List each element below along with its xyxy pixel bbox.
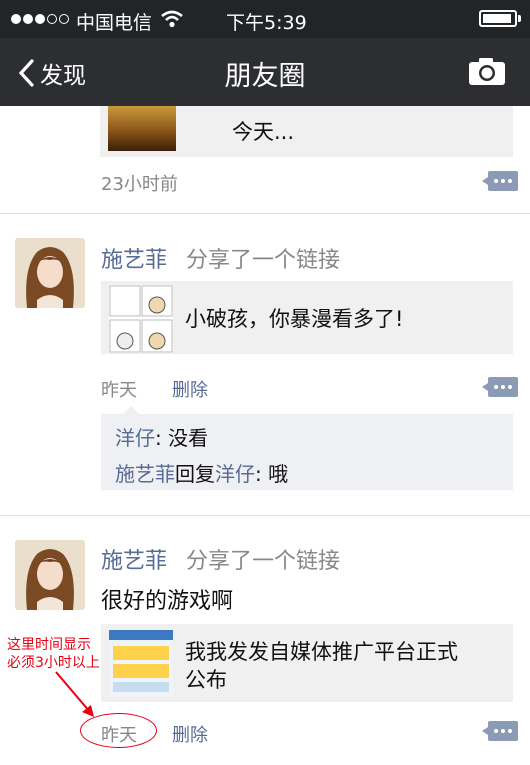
comment-author[interactable]: 洋仔 (115, 426, 155, 450)
comment-button[interactable] (482, 377, 518, 397)
reply-target[interactable]: 洋仔 (215, 462, 255, 486)
link-thumbnail (108, 106, 176, 151)
comment-button[interactable] (482, 721, 518, 741)
comment-text: 没看 (168, 426, 209, 450)
post-time: 昨天 (101, 380, 137, 401)
status-bar: 中国电信 下午5:39 (0, 0, 530, 38)
signal-dot (47, 14, 57, 24)
signal-dot (23, 14, 33, 24)
comment-text: 哦 (268, 462, 289, 486)
annotation-ellipse (80, 713, 157, 748)
link-title-cut (188, 94, 388, 108)
signal-dot (59, 14, 69, 24)
annotation-note: 这里时间显示 必须3小时以上 (7, 637, 100, 671)
wifi-icon (161, 10, 183, 28)
post-time: 23小时前 (101, 174, 178, 195)
link-card[interactable]: 我我发发自媒体推广平台正式 公布 (101, 624, 513, 702)
annotation-arrow-icon (55, 671, 94, 717)
divider (0, 213, 530, 214)
comment-list: 洋仔: 没看 施艺菲回复洋仔: 哦 (101, 406, 513, 490)
link-title: 小破孩，你暴漫看多了! (185, 307, 404, 331)
avatar[interactable] (15, 540, 85, 610)
carrier-name: 中国电信 (76, 12, 153, 34)
signal-dot (11, 14, 21, 24)
link-thumbnail (109, 630, 173, 696)
comment-button[interactable] (482, 171, 518, 191)
post-action: 分享了一个链接 (186, 248, 341, 273)
comment[interactable]: 洋仔: 没看 (115, 422, 208, 451)
signal-dot (35, 14, 45, 24)
link-title-cont: 公布 (185, 668, 227, 692)
clock: 下午5:39 (226, 12, 307, 34)
link-card[interactable]: 小破孩，你暴漫看多了! (101, 281, 513, 354)
delete-button[interactable]: 删除 (172, 376, 208, 402)
comment[interactable]: 施艺菲回复洋仔: 哦 (115, 458, 288, 487)
comment-author[interactable]: 施艺菲 (115, 462, 175, 486)
link-title: 今天... (232, 120, 295, 144)
camera-icon[interactable] (467, 56, 507, 86)
page-title: 朋友圈 (224, 61, 306, 92)
post-action: 分享了一个链接 (186, 549, 341, 574)
delete-button[interactable]: 删除 (172, 721, 208, 747)
reply-label: 回复 (175, 462, 215, 486)
link-card[interactable]: 今天... (100, 106, 513, 157)
user-name[interactable]: 施艺菲 (101, 543, 167, 575)
link-thumbnail (109, 285, 173, 353)
avatar[interactable] (15, 238, 85, 308)
link-title: 我我发发自媒体推广平台正式 (185, 640, 458, 664)
user-name[interactable]: 施艺菲 (101, 242, 167, 274)
post-text: 很好的游戏啊 (101, 589, 234, 614)
battery-tip (518, 15, 521, 22)
divider (0, 515, 530, 516)
battery-icon (479, 10, 517, 27)
